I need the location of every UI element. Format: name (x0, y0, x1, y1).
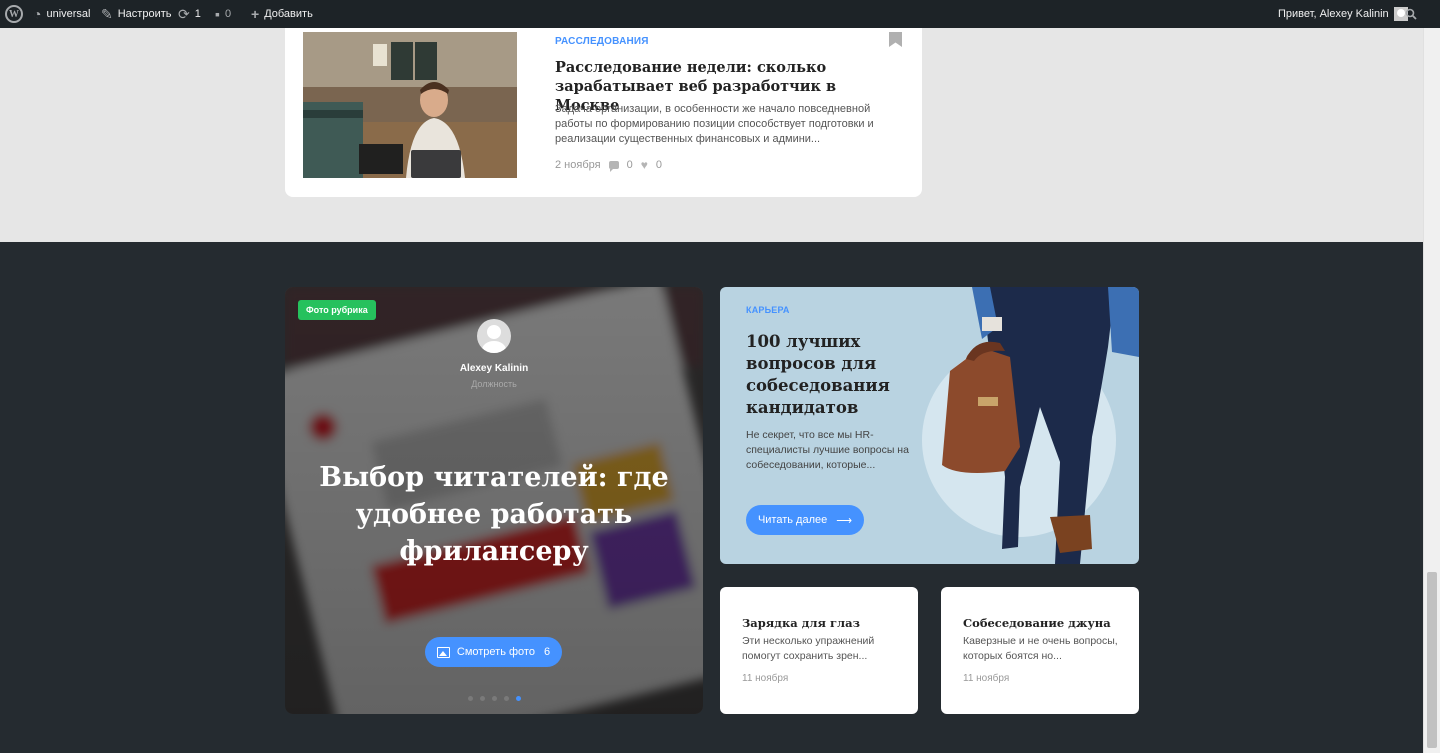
greeting: Привет, Alexey Kalinin (1278, 8, 1389, 20)
slider-dot[interactable] (503, 696, 509, 701)
updates-count: 1 (194, 8, 201, 20)
comment-icon (608, 161, 619, 172)
small-post-card[interactable]: Зарядка для глаз Эти несколько упражнени… (720, 587, 918, 714)
post-title[interactable]: 100 лучших вопросов для собеседования ка… (746, 331, 936, 419)
slider-dot[interactable] (467, 696, 473, 701)
add-new-link[interactable]: + Добавить (251, 0, 313, 28)
author-name[interactable]: Alexey Kalinin (285, 363, 703, 374)
scrollbar-thumb[interactable] (1427, 572, 1437, 748)
photo-slider[interactable]: Фото рубрика Alexey Kalinin Должность Вы… (285, 287, 703, 714)
read-more-label: Читать далее (757, 514, 828, 526)
updates-link[interactable]: ⟳ 1 (178, 0, 201, 28)
post-meta: 2 ноября 0 ♥ 0 (555, 158, 662, 172)
dashboard-icon: ◔ (33, 6, 42, 22)
comments-link[interactable]: ▪ 0 (215, 0, 231, 28)
career-post-card[interactable]: КАРЬЕРА 100 лучших вопросов для собеседо… (720, 287, 1139, 564)
likes-count: 0 (655, 159, 662, 171)
read-more-button[interactable]: Читать далее ⟶ (746, 505, 864, 535)
investigation-post-card[interactable]: РАССЛЕДОВАНИЯ Расследование недели: скол… (285, 0, 922, 197)
heart-icon: ♥ (640, 158, 648, 172)
post-title[interactable]: Зарядка для глаз (742, 616, 860, 630)
slider-pagination (285, 696, 703, 701)
slider-dot[interactable] (491, 696, 497, 701)
plus-icon: + (251, 6, 260, 22)
post-title[interactable]: Собеседование джуна (963, 616, 1111, 630)
admin-bar: W ◔ universal ✎ Настроить ⟳ 1 ▪ 0 + Доба… (0, 0, 1440, 28)
slide-title[interactable]: Выбор читателей: где удобнее работать фр… (309, 459, 679, 570)
refresh-icon: ⟳ (178, 6, 190, 22)
my-account-link[interactable]: Привет, Alexey Kalinin (1278, 0, 1408, 28)
post-date: 11 ноября (963, 673, 1010, 684)
post-excerpt: Эти несколько упражнений помогут сохрани… (742, 635, 875, 662)
small-post-card[interactable]: Собеседование джуна Каверзные и не очень… (941, 587, 1139, 714)
view-photos-button[interactable]: Смотреть фото 6 (425, 637, 562, 667)
post-excerpt: Не секрет, что все мы HR-специалисты луч… (746, 429, 909, 471)
author-role: Должность (471, 379, 517, 389)
site-name-link[interactable]: ◔ universal (33, 0, 91, 28)
post-category[interactable]: КАРЬЕРА (746, 305, 790, 315)
image-icon (436, 646, 450, 658)
page-scrollbar[interactable] (1423, 28, 1440, 753)
search-icon (1405, 8, 1417, 20)
slider-dot[interactable] (479, 696, 485, 701)
view-photos-label: Смотреть фото (456, 646, 535, 658)
arrow-right-icon: ⟶ (836, 514, 853, 527)
brush-icon: ✎ (101, 6, 113, 22)
post-date: 2 ноября (555, 159, 601, 171)
comments-count: 0 (224, 8, 232, 20)
post-excerpt: Задача организации, в особенности же нач… (555, 103, 874, 145)
search-link[interactable] (1405, 0, 1417, 28)
add-new-label: Добавить (264, 8, 313, 20)
customize-link[interactable]: ✎ Настроить (101, 0, 171, 28)
comment-icon: ▪ (215, 6, 220, 22)
featured-section (0, 242, 1423, 753)
photo-count: 6 (543, 646, 551, 658)
site-name: universal (46, 8, 91, 20)
photo-category-badge[interactable]: Фото рубрика (298, 300, 376, 320)
post-date: 11 ноября (742, 673, 789, 684)
wordpress-logo-icon[interactable]: W (5, 0, 23, 28)
post-thumbnail[interactable] (303, 32, 517, 178)
slider-dot[interactable] (515, 696, 521, 701)
post-category[interactable]: РАССЛЕДОВАНИЯ (555, 36, 649, 47)
customize-label: Настроить (117, 8, 172, 20)
comments-count: 0 (626, 159, 633, 171)
author-avatar[interactable] (477, 319, 511, 353)
post-excerpt: Каверзные и не очень вопросы, которых бо… (963, 635, 1118, 662)
bookmark-icon[interactable] (889, 32, 902, 47)
